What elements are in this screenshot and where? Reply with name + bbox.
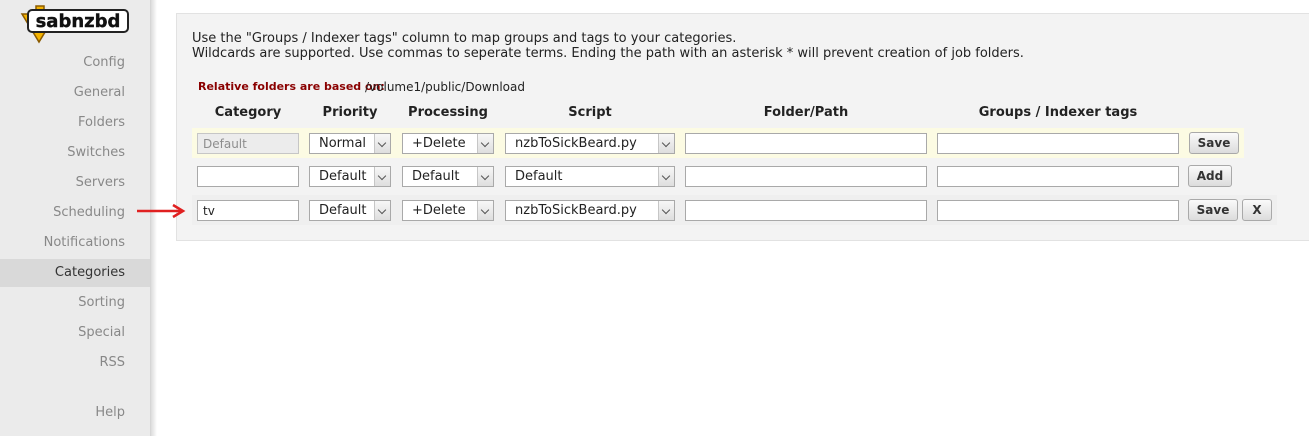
script-value: nzbToSickBeard.py (515, 203, 637, 218)
svg-text:sabnzbd: sabnzbd (36, 11, 121, 32)
header-folder-path: Folder/Path (763, 105, 849, 120)
header-category: Category (214, 105, 282, 120)
sidebar-item-servers[interactable]: Servers (0, 169, 150, 197)
folder-path-input[interactable] (685, 133, 927, 154)
save-button[interactable]: Save (1188, 199, 1238, 221)
processing-value: +Delete (412, 203, 466, 218)
sidebar-item-folders[interactable]: Folders (0, 109, 150, 137)
delete-button[interactable]: X (1242, 199, 1272, 221)
priority-select[interactable]: Default (309, 200, 391, 221)
priority-value: Normal (319, 136, 367, 151)
processing-select[interactable]: Default (402, 166, 494, 187)
folder-path-input[interactable] (685, 166, 927, 187)
chevron-down-icon[interactable] (658, 134, 674, 153)
script-value: nzbToSickBeard.py (515, 136, 637, 151)
chevron-down-icon[interactable] (658, 201, 674, 220)
sidebar-item-sorting[interactable]: Sorting (0, 289, 150, 317)
header-priority: Priority (322, 105, 378, 120)
sidebar-item-general[interactable]: General (0, 79, 150, 107)
relative-folders-label: Relative folders are based on: (198, 80, 385, 93)
priority-select[interactable]: Default (309, 166, 391, 187)
processing-value: +Delete (412, 136, 466, 151)
intro-line-1: Use the "Groups / Indexer tags" column t… (192, 31, 737, 46)
chevron-down-icon[interactable] (374, 167, 390, 186)
intro-line-2: Wildcards are supported. Use commas to s… (192, 46, 1024, 61)
header-script: Script (568, 105, 612, 120)
folder-path-input[interactable] (685, 200, 927, 221)
sidebar: sabnzbd Config General Folders Switches … (0, 0, 151, 436)
add-button[interactable]: Add (1188, 165, 1232, 187)
priority-value: Default (319, 203, 367, 218)
header-groups-indexer-tags: Groups / Indexer tags (978, 105, 1138, 120)
sidebar-item-categories[interactable]: Categories (0, 259, 150, 287)
chevron-down-icon[interactable] (477, 134, 493, 153)
save-button[interactable]: Save (1189, 132, 1239, 154)
sidebar-item-config[interactable]: Config (0, 49, 150, 77)
chevron-down-icon[interactable] (374, 134, 390, 153)
sidebar-item-scheduling[interactable]: Scheduling (0, 199, 150, 227)
priority-select[interactable]: Normal (309, 133, 391, 154)
script-select[interactable]: nzbToSickBeard.py (505, 133, 675, 154)
groups-indexer-tags-input[interactable] (937, 200, 1179, 221)
processing-select[interactable]: +Delete (402, 133, 494, 154)
sidebar-item-rss[interactable]: RSS (0, 349, 150, 377)
category-input[interactable] (197, 200, 299, 221)
script-select[interactable]: nzbToSickBeard.py (505, 200, 675, 221)
sidebar-item-special[interactable]: Special (0, 319, 150, 347)
priority-value: Default (319, 169, 367, 184)
script-value: Default (515, 169, 563, 184)
sidebar-item-help[interactable]: Help (0, 399, 150, 427)
chevron-down-icon[interactable] (374, 201, 390, 220)
sidebar-item-notifications[interactable]: Notifications (0, 229, 150, 257)
processing-select[interactable]: +Delete (402, 200, 494, 221)
category-input (197, 133, 299, 154)
processing-value: Default (412, 169, 460, 184)
relative-folders-path: /volume1/public/Download (365, 80, 525, 94)
chevron-down-icon[interactable] (477, 167, 493, 186)
chevron-down-icon[interactable] (477, 201, 493, 220)
sidebar-item-switches[interactable]: Switches (0, 139, 150, 167)
sabnzbd-logo[interactable]: sabnzbd (20, 4, 132, 44)
groups-indexer-tags-input[interactable] (937, 166, 1179, 187)
chevron-down-icon[interactable] (658, 167, 674, 186)
red-arrow-icon (137, 203, 186, 219)
category-input[interactable] (197, 166, 299, 187)
script-select[interactable]: Default (505, 166, 675, 187)
header-processing: Processing (408, 105, 488, 120)
groups-indexer-tags-input[interactable] (937, 133, 1179, 154)
